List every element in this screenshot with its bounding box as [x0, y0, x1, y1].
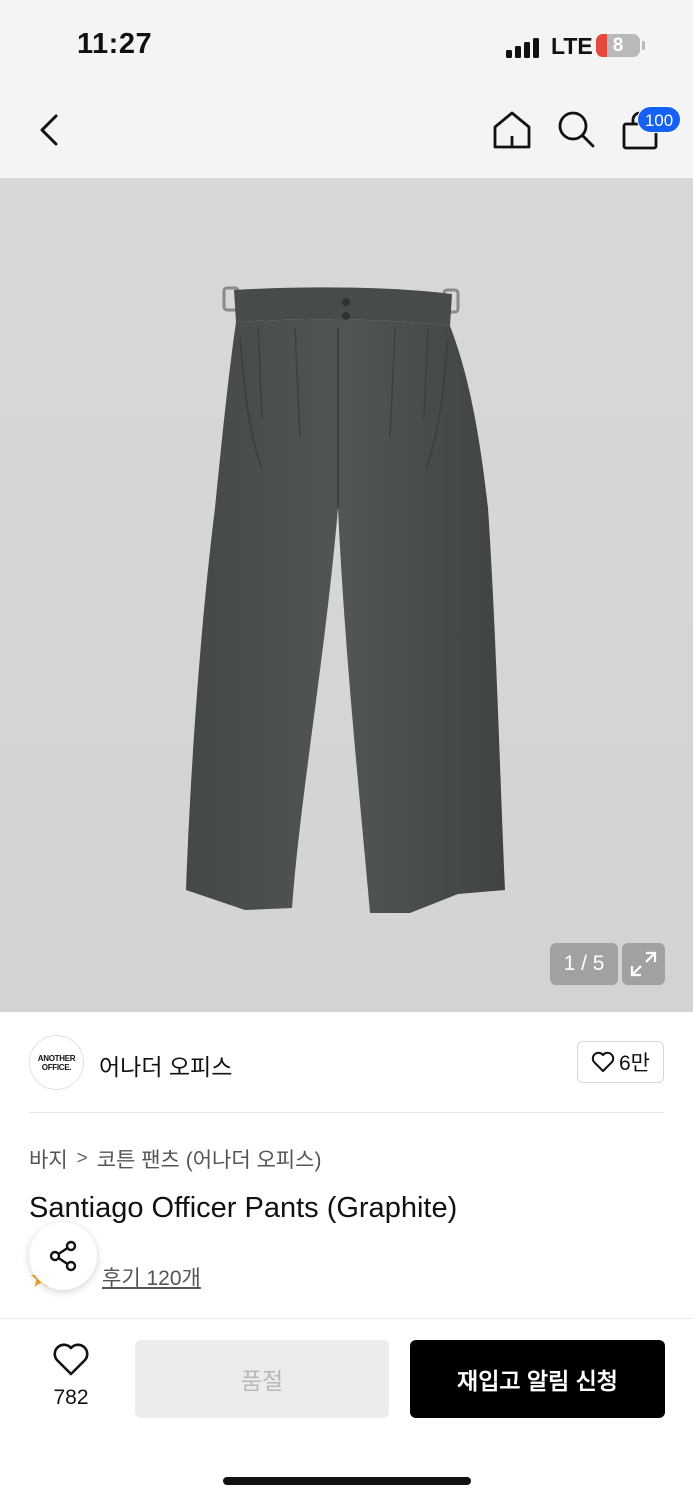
wishlist-button[interactable]: 782: [40, 1342, 102, 1412]
expand-icon: [630, 951, 657, 977]
cart-count-badge: 100: [637, 106, 681, 133]
brand-name[interactable]: 어나더 오피스: [99, 1048, 232, 1082]
home-indicator: [223, 1477, 471, 1485]
search-button[interactable]: [555, 108, 599, 152]
product-image: [186, 286, 505, 914]
image-counter: 1 / 5: [550, 943, 618, 985]
brand-like-count: 6만: [619, 1052, 650, 1075]
breadcrumb-category[interactable]: 바지: [29, 1144, 68, 1174]
sold-out-button: 품절: [135, 1340, 389, 1418]
chevron-right-icon: >: [76, 1148, 88, 1169]
chevron-left-icon: [40, 114, 58, 146]
brand-logo-line2: OFFICE.: [41, 1062, 72, 1072]
heart-icon: [591, 1051, 615, 1072]
wishlist-count: 782: [53, 1386, 89, 1409]
divider: [29, 1112, 664, 1113]
battery-icon: 8: [596, 34, 640, 57]
battery-cap: [642, 41, 645, 50]
heart-icon: [53, 1343, 89, 1376]
network-type: LTE: [551, 33, 593, 59]
signal-icon: [506, 36, 542, 58]
home-icon: [493, 111, 531, 149]
expand-button[interactable]: [622, 943, 665, 985]
share-button[interactable]: [29, 1222, 97, 1290]
restock-notify-button[interactable]: 재입고 알림 신청: [410, 1340, 665, 1418]
status-bar: 11:27 LTE 8: [0, 0, 693, 90]
product-title: Santiago Officer Pants (Graphite): [29, 1192, 458, 1224]
back-button[interactable]: [30, 110, 70, 150]
home-button[interactable]: [490, 108, 534, 152]
brand-logo-line1: ANOTHER: [37, 1053, 76, 1063]
review-link[interactable]: 후기 120개: [102, 1262, 201, 1292]
breadcrumb-subcategory[interactable]: 코튼 팬츠 (어나더 오피스): [97, 1144, 322, 1174]
brand-row: ANOTHER OFFICE. 어나더 오피스 6만: [0, 1012, 693, 1112]
status-time: 11:27: [77, 28, 153, 60]
product-image-gallery[interactable]: [0, 178, 693, 1012]
search-icon: [558, 111, 595, 148]
brand-logo[interactable]: ANOTHER OFFICE.: [29, 1035, 84, 1090]
share-icon: [49, 1240, 77, 1272]
battery-level: 8: [612, 35, 624, 56]
brand-like-button[interactable]: 6만: [577, 1041, 664, 1083]
breadcrumb: 바지 > 코튼 팬츠 (어나더 오피스): [29, 1144, 321, 1174]
